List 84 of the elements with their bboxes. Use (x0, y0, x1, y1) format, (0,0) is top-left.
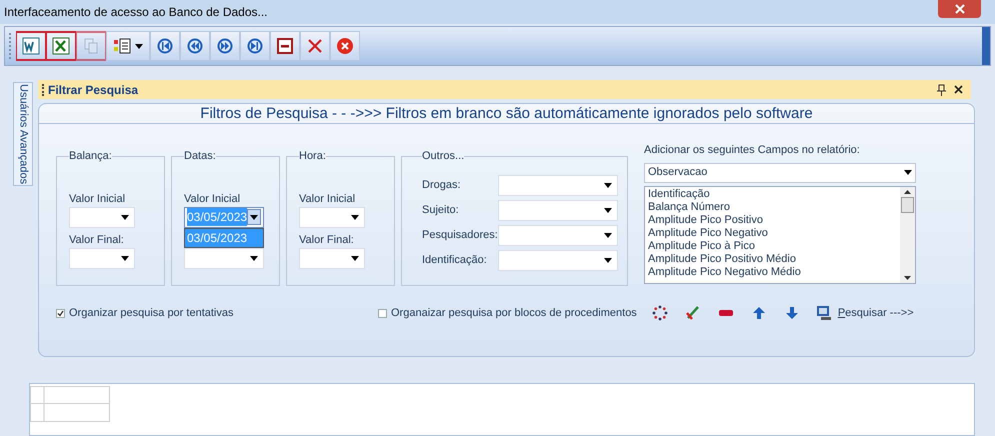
remove-icon (276, 37, 294, 55)
dropdown-field[interactable] (69, 248, 135, 268)
caret-icon (121, 214, 129, 220)
scroll-up-icon[interactable] (904, 190, 911, 194)
report-fields-label: Adicionar os seguintes Campos no relatório: (644, 143, 861, 158)
toolbar-button[interactable] (240, 31, 270, 61)
scrollbar[interactable] (900, 186, 915, 282)
panel-title: Filtrar Pesquisa (48, 82, 138, 98)
toolbar-button[interactable] (210, 31, 240, 61)
caret-icon (250, 214, 258, 220)
toolbar-button[interactable] (16, 31, 46, 61)
window-title: Interfaceamento de acesso ao Banco de Dados... (4, 4, 268, 21)
next-record-icon (216, 37, 234, 55)
list-item[interactable]: Balança Número (648, 200, 900, 214)
list-item[interactable]: Amplitude Pico Negativo Médio (648, 266, 900, 278)
close-icon[interactable] (954, 85, 963, 94)
close-button[interactable] (938, 0, 981, 18)
search-button[interactable]: Pesquisar --->> (816, 304, 914, 322)
dropdown-field[interactable] (184, 248, 264, 268)
group-title: Outros... (422, 149, 464, 164)
word-document-icon (22, 37, 40, 55)
scroll-thumb[interactable] (901, 196, 914, 212)
date-value: 03/05/2023 (187, 208, 248, 226)
dropdown-field[interactable] (299, 248, 365, 268)
list-item[interactable]: Amplitude Pico Positivo Médio (648, 252, 900, 266)
field-label: Valor Final: (299, 232, 355, 246)
field-label: Identificação: (422, 252, 488, 268)
dropdown-button[interactable] (247, 209, 261, 225)
scroll-down-icon[interactable] (904, 276, 911, 280)
copy-icon (82, 37, 100, 55)
field-label: Pesquisadores: (422, 228, 498, 243)
toolbar-button[interactable] (180, 31, 210, 61)
list-item[interactable]: Amplitude Pico à Pico (648, 240, 900, 252)
dropdown-field[interactable] (299, 206, 365, 228)
caret-icon (604, 182, 612, 188)
close-icon (306, 37, 324, 55)
dropdown-field[interactable] (69, 206, 135, 228)
dropdown-field[interactable] (498, 200, 618, 220)
dropdown-field[interactable] (498, 224, 618, 246)
previous-record-icon (186, 37, 204, 55)
group-title: Datas: (184, 149, 216, 164)
field-label: Sujeito: (422, 202, 460, 218)
toolbar-button[interactable] (270, 31, 300, 61)
caret-icon (604, 232, 612, 238)
field-label: Valor Inicial (299, 192, 356, 204)
list-item[interactable]: Identificação (648, 188, 900, 200)
last-record-icon (246, 37, 264, 55)
caret-icon (135, 44, 143, 48)
list-item[interactable]: Amplitude Pico Positivo (648, 214, 900, 226)
dropdown-field[interactable] (498, 174, 618, 196)
first-record-icon (156, 37, 174, 55)
toolbar-button[interactable] (150, 31, 180, 61)
close-icon (954, 4, 964, 14)
report-field-select[interactable]: Observacao (644, 162, 916, 182)
dropdown-field[interactable] (498, 250, 618, 270)
caret-icon (351, 256, 359, 260)
caret-icon (904, 170, 912, 175)
checkbox-label: Organaizar pesquisa por blocos de procedimentos (391, 306, 637, 321)
pin-icon[interactable] (937, 84, 946, 96)
toolbar-button[interactable] (46, 31, 76, 61)
field-label: Valor Final: (69, 232, 125, 246)
select-value: Observacao (648, 165, 708, 180)
toolbar-button[interactable] (106, 31, 150, 61)
field-label: Drogas: (422, 178, 462, 193)
report-list-icon (113, 37, 131, 55)
checkbox[interactable] (378, 308, 387, 318)
caret-icon (250, 256, 258, 260)
filter-heading: Filtros de Pesquisa - - ->>> Filtros em branco são automáticamente ignorados pelo software (39, 104, 974, 124)
spreadsheet-icon (52, 37, 70, 55)
group-title: Balança: (69, 149, 112, 164)
field-label: Valor Inicial (69, 192, 126, 204)
group-title: Hora: (299, 149, 326, 164)
computer-icon (816, 305, 832, 321)
dotted-circle-icon[interactable] (650, 304, 669, 322)
checkbox[interactable] (56, 308, 65, 318)
caret-icon (351, 214, 359, 220)
close-icon (336, 37, 354, 55)
caret-icon (604, 208, 612, 212)
checkbox-label: Organizar pesquisa por tentativas (69, 306, 234, 321)
caret-icon (121, 256, 129, 260)
caret-icon (604, 258, 612, 262)
toolbar-grip[interactable] (9, 33, 12, 59)
list-item[interactable]: Amplitude Pico Negativo (648, 226, 900, 240)
field-label: Valor Inicial (184, 192, 242, 204)
